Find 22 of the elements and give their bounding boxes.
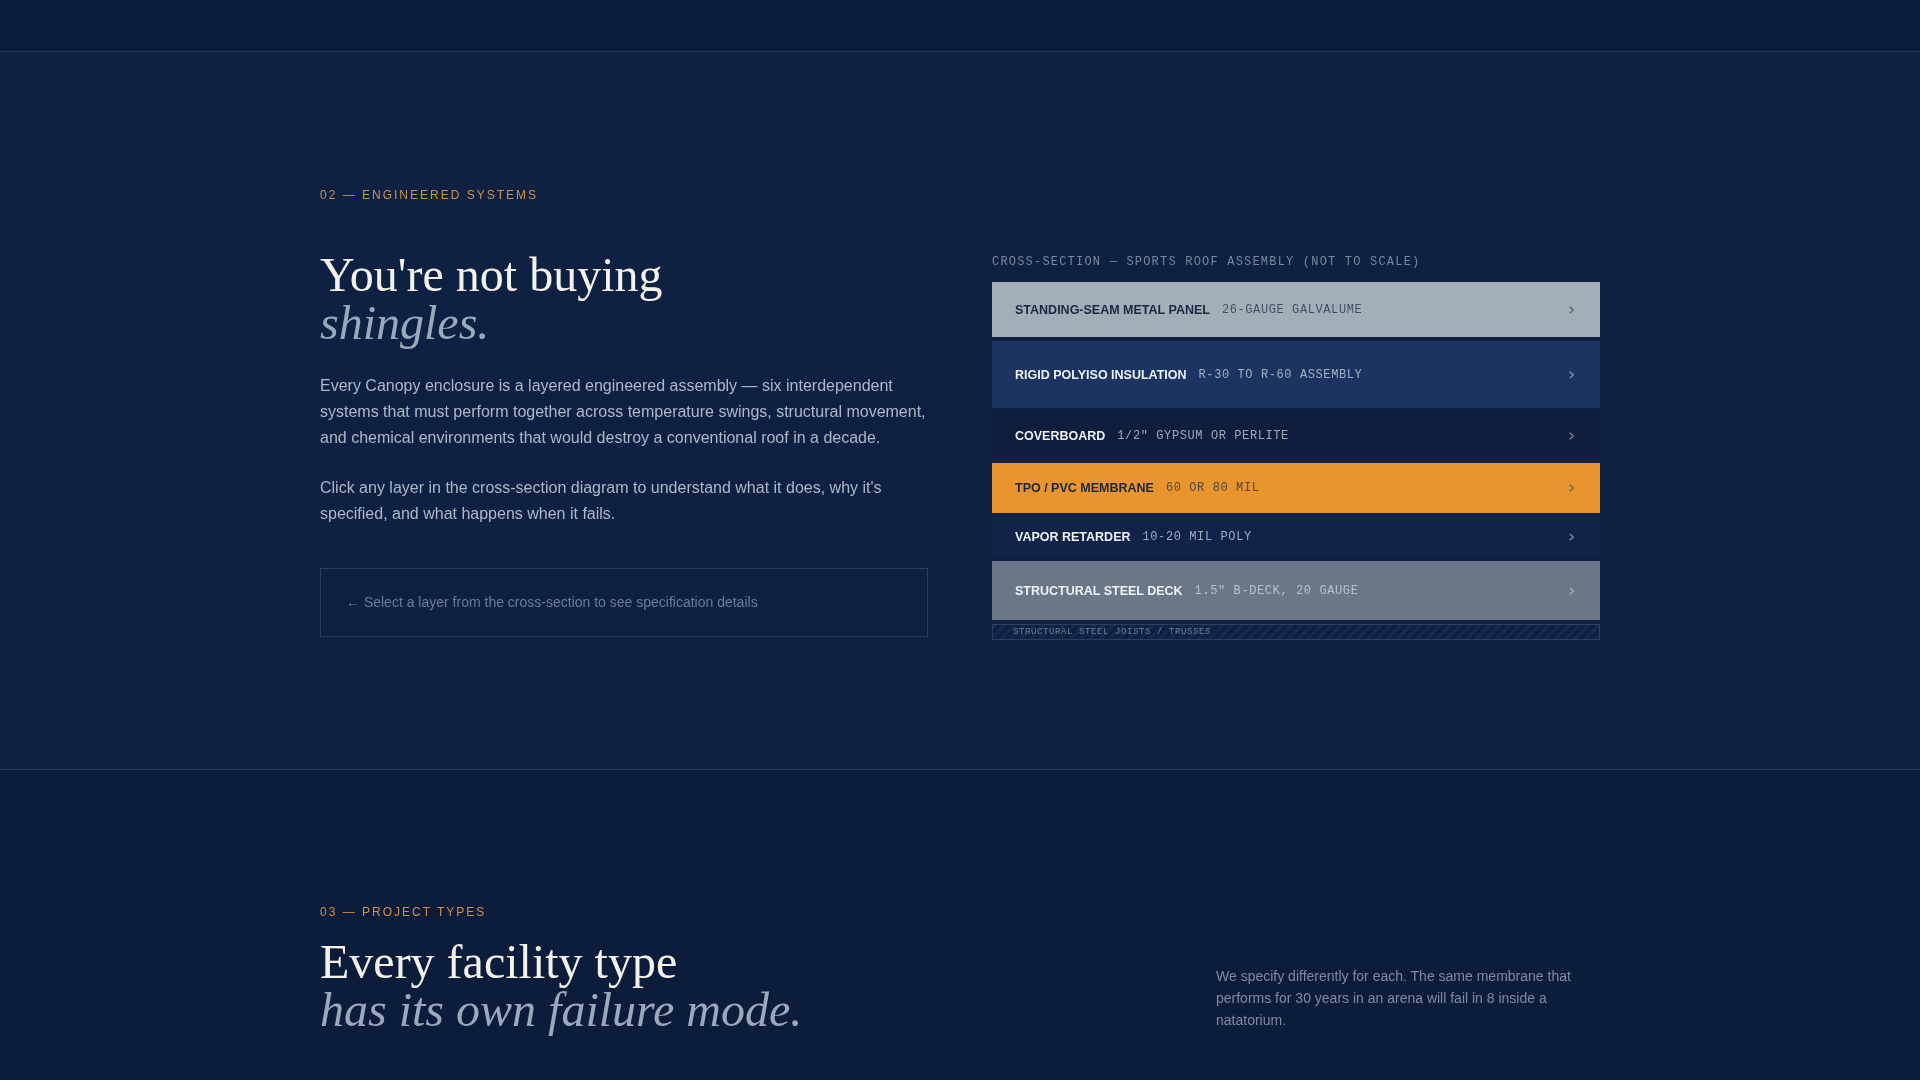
chevron-icon — [1569, 484, 1574, 492]
diagram-caption: CROSS-SECTION — SPORTS ROOF ASSEMBLY (NOT TO SCALE) — [992, 254, 1421, 270]
body-paragraph: Every Canopy enclosure is a layered engineered assembly — six interdependent systems that must perform together across temperature swings, structural movement, and chemical environments that would destroy a conventional roof in a decade. — [320, 376, 927, 448]
detail-panel: ← Select a layer from the cross-section to see specification details — [320, 568, 928, 637]
chevron-icon — [1569, 431, 1574, 440]
section-heading: You're not buying shingles. — [320, 251, 663, 347]
roof-layer[interactable]: COVERBOARD 1/2" GYPSUM OR PERLITE — [992, 412, 1600, 459]
body-paragraph: Click any layer in the cross-section diagram to understand what it does, why it's specified, and what happens when it fails. — [320, 478, 883, 524]
chevron-icon — [1569, 586, 1574, 595]
roof-layer[interactable]: STANDING-SEAM METAL PANEL 26-GAUGE GALVALUME — [992, 282, 1600, 337]
chevron-icon — [1569, 370, 1574, 379]
roof-layer[interactable]: STRUCTURAL STEEL DECK 1.5" B-DECK, 20 GAUGE — [992, 561, 1600, 620]
roof-layer[interactable]: TPO / PVC MEMBRANE 60 OR 80 MIL — [992, 463, 1600, 513]
section-intro: We specify differently for each. The same membrane that performs for 30 years in an arena will fail in 8 inside a natatorium. — [1216, 967, 1572, 1030]
roof-layer[interactable]: RIGID POLYISO INSULATION R-30 TO R-60 ASSEMBLY — [992, 341, 1600, 408]
section-label: 03 — PROJECT TYPES — [320, 904, 487, 920]
chevron-icon — [1569, 533, 1574, 541]
section-label: 02 — ENGINEERED SYSTEMS — [320, 187, 539, 203]
chevron-icon — [1569, 305, 1574, 314]
roof-layer[interactable]: VAPOR RETARDER 10-20 MIL POLY — [992, 517, 1600, 557]
section-heading: Every facility type has its own failure mode. — [320, 938, 803, 1034]
joists-band: STRUCTURAL STEEL JOISTS / TRUSSES — [992, 624, 1600, 640]
